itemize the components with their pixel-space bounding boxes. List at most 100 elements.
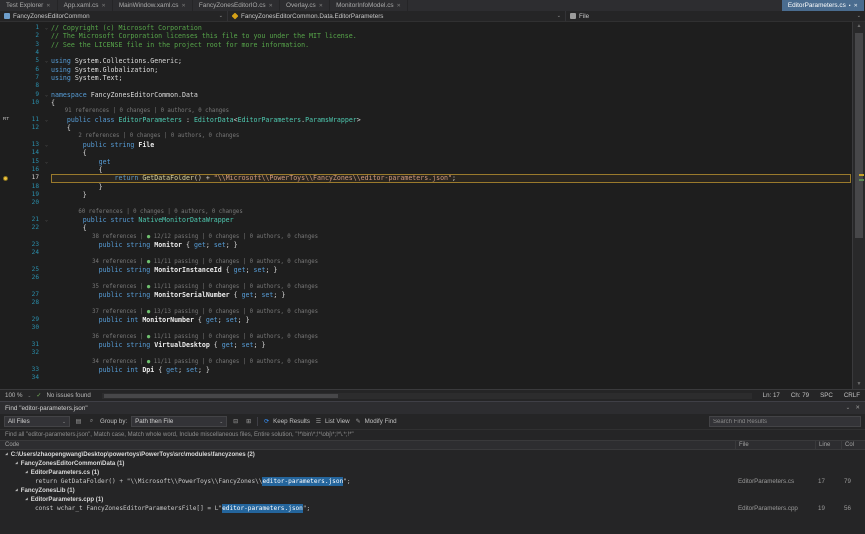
- find-result-match-row[interactable]: const wchar_t FancyZonesEditorParameters…: [0, 504, 865, 513]
- codelens-row[interactable]: 38 references | ● 12/12 passing | 0 chan…: [0, 233, 852, 241]
- find-result-group-row[interactable]: ◢EditorParameters.cpp (1): [0, 495, 865, 504]
- line-number[interactable]: 7: [12, 74, 42, 82]
- keep-results-button[interactable]: ⟳ Keep Results: [262, 418, 310, 425]
- code-line[interactable]: 5⌄using System.Collections.Generic;: [0, 57, 852, 65]
- line-number[interactable]: 1: [12, 24, 42, 32]
- chevron-down-icon[interactable]: ⌄: [557, 13, 561, 19]
- spaces-indicator[interactable]: SPC: [820, 392, 833, 399]
- code-line[interactable]: 1⌄// Copyright (c) Microsoft Corporation: [0, 24, 852, 32]
- expand-all-icon[interactable]: ⊞: [244, 418, 253, 425]
- chevron-down-icon[interactable]: ⌄: [62, 419, 66, 425]
- code-line[interactable]: 8: [0, 82, 852, 90]
- tab-monitorinfomodel-cs[interactable]: MonitorInfoModel.cs✕: [330, 0, 408, 11]
- line-number[interactable]: 21: [12, 216, 42, 224]
- code-line[interactable]: 29 public int MonitorNumber { get; set; …: [0, 316, 852, 324]
- code-line[interactable]: 22 {: [0, 224, 852, 232]
- code-line[interactable]: 9⌄namespace FancyZonesEditorCommon.Data: [0, 91, 852, 99]
- line-number[interactable]: 17: [12, 174, 42, 182]
- line-number[interactable]: [12, 258, 42, 266]
- scrollbar-thumb[interactable]: [855, 33, 863, 238]
- file-scope-dropdown[interactable]: All Files ⌄: [4, 416, 70, 427]
- code-line[interactable]: 32: [0, 349, 852, 357]
- member-dropdown[interactable]: File ⌄: [566, 11, 865, 21]
- expand-arrow-icon[interactable]: ◢: [25, 468, 28, 477]
- column-header-file[interactable]: File: [735, 441, 815, 449]
- column-header-line[interactable]: Line: [815, 441, 841, 449]
- list-view-button[interactable]: ☰ List View: [314, 418, 350, 425]
- line-number[interactable]: 14: [12, 149, 42, 157]
- scroll-down-icon[interactable]: ▼: [853, 380, 865, 389]
- line-number[interactable]: [12, 283, 42, 291]
- line-number[interactable]: [12, 132, 42, 140]
- modify-find-button[interactable]: ✎ Modify Find: [354, 418, 397, 425]
- code-line[interactable]: 31 public string VirtualDesktop { get; s…: [0, 341, 852, 349]
- fold-chevron-icon[interactable]: ⌄: [42, 24, 51, 32]
- line-number[interactable]: [12, 107, 42, 115]
- find-result-group-row[interactable]: ◢FancyZonesEditorCommon\Data (1): [0, 459, 865, 468]
- code-line[interactable]: 3// See the LICENSE file in the project …: [0, 41, 852, 49]
- code-line[interactable]: 10{: [0, 99, 852, 107]
- line-number[interactable]: 22: [12, 224, 42, 232]
- tab-mainwindow-xaml-cs[interactable]: MainWindow.xaml.cs✕: [113, 0, 193, 11]
- codelens-row[interactable]: 35 references | ● 11/11 passing | 0 chan…: [0, 283, 852, 291]
- line-number[interactable]: [12, 233, 42, 241]
- close-icon[interactable]: ✕: [855, 405, 860, 411]
- line-number[interactable]: 16: [12, 166, 42, 174]
- code-line[interactable]: 18 }: [0, 183, 852, 191]
- tab-app-xaml-cs[interactable]: App.xaml.cs✕: [58, 0, 113, 11]
- search-details-icon[interactable]: ⌕: [87, 418, 96, 425]
- search-find-results-input[interactable]: [709, 416, 861, 427]
- pin-icon[interactable]: ▪: [849, 3, 851, 9]
- line-number[interactable]: [12, 358, 42, 366]
- lightbulb-icon[interactable]: [3, 176, 8, 181]
- line-number[interactable]: [12, 333, 42, 341]
- find-result-group-row[interactable]: ◢FancyZonesLib (1): [0, 486, 865, 495]
- code-line[interactable]: 12 {: [0, 124, 852, 132]
- codelens-row[interactable]: 2 references | 0 changes | 0 authors, 0 …: [0, 132, 852, 140]
- tab-fancyzoneseditorio-cs[interactable]: FancyZonesEditorIO.cs✕: [193, 0, 280, 11]
- codelens-row[interactable]: 60 references | 0 changes | 0 authors, 0…: [0, 208, 852, 216]
- code-line[interactable]: 14 {: [0, 149, 852, 157]
- line-number[interactable]: 20: [12, 199, 42, 207]
- column-indicator[interactable]: Ch: 79: [791, 392, 809, 399]
- close-icon[interactable]: ✕: [397, 3, 401, 9]
- expand-arrow-icon[interactable]: ◢: [5, 450, 8, 459]
- line-number[interactable]: 26: [12, 274, 42, 282]
- line-number[interactable]: 30: [12, 324, 42, 332]
- line-number[interactable]: 13: [12, 141, 42, 149]
- close-icon[interactable]: ✕: [269, 3, 273, 9]
- expand-arrow-icon[interactable]: ◢: [15, 459, 18, 468]
- tab-editorparameters-cs[interactable]: EditorParameters.cs ▪ ✕: [782, 0, 865, 11]
- code-line[interactable]: 4: [0, 49, 852, 57]
- line-indicator[interactable]: Ln: 17: [763, 392, 780, 399]
- code-line[interactable]: 24: [0, 249, 852, 257]
- fold-chevron-icon[interactable]: ⌄: [42, 141, 51, 149]
- fold-chevron-icon[interactable]: ⌄: [42, 57, 51, 65]
- codelens-row[interactable]: 91 references | 0 changes | 0 authors, 0…: [0, 107, 852, 115]
- vertical-scrollbar[interactable]: ▲ ▼: [852, 22, 865, 389]
- line-number[interactable]: 29: [12, 316, 42, 324]
- line-number[interactable]: 19: [12, 191, 42, 199]
- zoom-level[interactable]: 100 %: [5, 392, 23, 399]
- close-icon[interactable]: ✕: [319, 3, 323, 9]
- find-result-match-row[interactable]: return GetDataFolder() + "\\Microsoft\\P…: [0, 477, 865, 486]
- find-result-group-row[interactable]: ◢EditorParameters.cs (1): [0, 468, 865, 477]
- horizontal-scrollbar-thumb[interactable]: [104, 394, 338, 398]
- column-header-code[interactable]: Code: [0, 441, 735, 449]
- line-number[interactable]: 32: [12, 349, 42, 357]
- line-number[interactable]: 5: [12, 57, 42, 65]
- code-line[interactable]: 17 return GetDataFolder() + "\\Microsoft…: [0, 174, 852, 182]
- code-line[interactable]: RT11⌄ public class EditorParameters : Ed…: [0, 116, 852, 124]
- close-icon[interactable]: ✕: [101, 3, 105, 9]
- group-by-dropdown[interactable]: Path then File ⌄: [131, 416, 227, 427]
- code-line[interactable]: 30: [0, 324, 852, 332]
- line-number[interactable]: 12: [12, 124, 42, 132]
- line-number[interactable]: 27: [12, 291, 42, 299]
- line-number[interactable]: [12, 308, 42, 316]
- chevron-down-icon[interactable]: ⌄: [846, 405, 851, 411]
- code-line[interactable]: 20: [0, 199, 852, 207]
- collapse-all-icon[interactable]: ⊟: [231, 418, 240, 425]
- code-line[interactable]: 28: [0, 299, 852, 307]
- tab-test-explorer[interactable]: Test Explorer✕: [0, 0, 58, 11]
- line-number[interactable]: 31: [12, 341, 42, 349]
